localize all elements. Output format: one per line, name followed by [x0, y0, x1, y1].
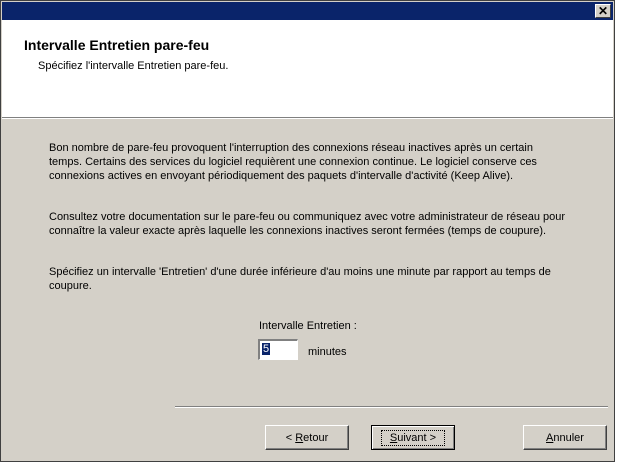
cancel-button[interactable]: Annuler: [523, 425, 607, 450]
info-paragraph-documentation: Consultez votre documentation sur le par…: [49, 211, 566, 237]
interval-label: Intervalle Entretien :: [259, 320, 357, 332]
wizard-header: Intervalle Entretien pare-feu Spécifiez …: [2, 20, 613, 118]
close-button[interactable]: ✕: [595, 4, 611, 18]
page-title: Intervalle Entretien pare-feu: [24, 37, 210, 53]
back-button-label: < Retour: [285, 431, 329, 444]
cancel-button-label: Annuler: [546, 431, 584, 444]
interval-input[interactable]: 5: [258, 339, 298, 360]
next-button[interactable]: Suivant >: [371, 425, 455, 450]
close-icon: ✕: [597, 4, 609, 18]
page-subtitle: Spécifiez l'intervalle Entretien pare-fe…: [38, 60, 229, 72]
info-paragraph-instruction: Spécifiez un intervalle 'Entretien' d'un…: [49, 266, 551, 292]
header-divider: [2, 118, 613, 119]
interval-units: minutes: [308, 346, 347, 358]
button-separator-highlight: [175, 407, 608, 408]
next-button-label: Suivant >: [380, 429, 446, 446]
wizard-window: ✕ Intervalle Entretien pare-feu Spécifie…: [0, 0, 615, 462]
title-bar: ✕: [2, 2, 613, 20]
back-button[interactable]: < Retour: [265, 425, 349, 450]
info-paragraph-keepalive: Bon nombre de pare-feu provoquent l'inte…: [49, 142, 537, 182]
interval-value: 5: [262, 343, 271, 355]
